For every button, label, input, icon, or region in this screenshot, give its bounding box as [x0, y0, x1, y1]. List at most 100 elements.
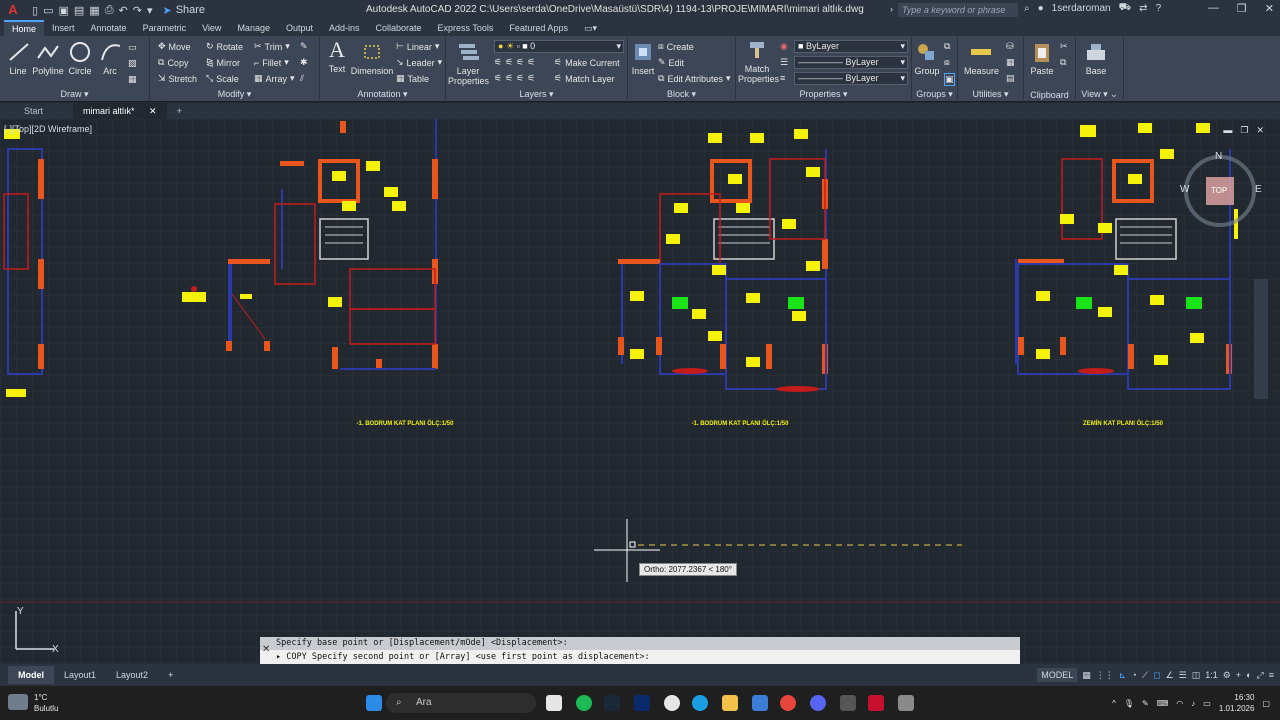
start-tab[interactable]: Start	[0, 103, 73, 119]
ribbon-tab-parametric[interactable]: Parametric	[135, 20, 195, 36]
arc-tool[interactable]: Arc	[98, 40, 122, 76]
save-as-icon[interactable]: ▤	[74, 4, 84, 17]
help-search-input[interactable]: Type a keyword or phrase	[898, 3, 1018, 17]
layer-unisolate-icon[interactable]: ⚟	[505, 73, 513, 84]
new-tab-button[interactable]: +	[167, 103, 192, 119]
chevron-up-icon[interactable]: ^	[1112, 699, 1116, 708]
chrome-icon[interactable]	[780, 695, 796, 711]
gear-icon[interactable]: ⚙	[1223, 670, 1231, 681]
boundary-tool[interactable]: ▦	[128, 74, 137, 85]
mail-icon[interactable]	[752, 695, 768, 711]
explode-tool[interactable]: ✱	[300, 57, 308, 68]
color-dropdown[interactable]: ■ ByLayer ▾	[794, 40, 908, 53]
move-tool[interactable]: ✥ Move	[158, 41, 191, 52]
drawing-canvas[interactable]: -1. BODRUM KAT PLANI ÖLÇ:1/50 -1. BODRUM…	[0, 119, 1280, 664]
customize-icon[interactable]: ≡	[1269, 670, 1274, 680]
ribbon-minimize-icon[interactable]: ▭▾	[576, 20, 605, 36]
ribbon-tab-manage[interactable]: Manage	[229, 20, 278, 36]
notification-icon[interactable]: ▢	[1262, 699, 1270, 708]
utilities-panel-title[interactable]: Utilities ▾	[958, 89, 1023, 100]
clock[interactable]: 16:30 1.01.2026	[1219, 692, 1255, 714]
steam-icon[interactable]	[604, 695, 620, 711]
model-space-button[interactable]: MODEL	[1037, 668, 1078, 682]
ribbon-tab-annotate[interactable]: Annotate	[83, 20, 135, 36]
plus-icon[interactable]: +	[1236, 670, 1241, 680]
plot-icon[interactable]: ⎙	[105, 4, 114, 17]
pen-icon[interactable]: ✎	[1142, 699, 1149, 708]
layout-tab-model[interactable]: Model	[8, 666, 54, 684]
select-all-icon[interactable]: ▦	[1006, 57, 1015, 68]
battery-icon[interactable]: ▭	[1203, 699, 1211, 708]
group-select-icon[interactable]: ▣	[944, 73, 955, 86]
app-icon[interactable]	[840, 695, 856, 711]
rotate-tool[interactable]: ↻ Rotate	[206, 41, 243, 52]
web-mobile-icon[interactable]: ▦	[89, 4, 99, 17]
ungroup-icon[interactable]: ⧉	[944, 41, 950, 52]
modify-panel-title[interactable]: Modify ▾	[150, 89, 319, 100]
layer-dropdown[interactable]: ● ☀ ▫ ■ 0 ▾	[494, 40, 624, 53]
ribbon-tab-home[interactable]: Home	[4, 20, 45, 36]
close-icon[interactable]: ✕	[1265, 2, 1274, 15]
viewcube-top-face[interactable]: TOP	[1211, 186, 1227, 195]
layer-freeze-icon[interactable]: ⚟	[516, 57, 524, 68]
cart-icon[interactable]: ⛟	[1119, 2, 1132, 15]
lineweight-dropdown[interactable]: ————— ByLayer ▾	[794, 56, 908, 69]
qat-dropdown-icon[interactable]: ▾	[147, 4, 153, 17]
polar-icon[interactable]: ◔	[1131, 670, 1136, 680]
undo-icon[interactable]: ↶	[119, 4, 128, 17]
weather-widget[interactable]: 1°C Bulutlu	[34, 692, 58, 714]
paste-tool[interactable]: Paste	[1028, 40, 1056, 76]
layout-tab-layout2[interactable]: Layout2	[106, 666, 158, 684]
cut-icon[interactable]: ✂	[1060, 41, 1068, 52]
block-panel-title[interactable]: Block ▾	[628, 89, 735, 100]
ribbon-tab-view[interactable]: View	[194, 20, 229, 36]
weather-icon[interactable]	[8, 694, 28, 710]
stretch-tool[interactable]: ⇲ Stretch	[158, 73, 197, 84]
rectangle-tool[interactable]: ▭	[128, 42, 137, 53]
volume-icon[interactable]: ♪	[1191, 699, 1195, 708]
transparency-icon[interactable]: ◫	[1192, 670, 1201, 681]
layout-tab-layout1[interactable]: Layout1	[54, 666, 106, 684]
erase-tool[interactable]: ✎	[300, 41, 308, 52]
base-tool[interactable]: Base	[1082, 40, 1110, 76]
task-view-icon[interactable]	[546, 695, 562, 711]
ribbon-tab-insert[interactable]: Insert	[44, 20, 83, 36]
trim-tool[interactable]: ✂ Trim ▾	[254, 41, 290, 52]
linetype-icon[interactable]: ≡	[780, 73, 785, 83]
copy-tool[interactable]: ⧉ Copy	[158, 57, 188, 68]
line-tool[interactable]: Line	[6, 40, 30, 76]
photoshop-icon[interactable]	[634, 695, 650, 711]
table-tool[interactable]: ▦ Table	[396, 73, 429, 84]
annotation-panel-title[interactable]: Annotation ▾	[320, 89, 445, 100]
mirror-tool[interactable]: ⧎ Mirror	[206, 57, 240, 68]
match-layer-tool[interactable]: ⚟ Match Layer	[554, 73, 615, 84]
layer-isolate-icon[interactable]: ⚟	[505, 57, 513, 68]
command-input[interactable]: ▸ COPY Specify second point or [Array] <…	[260, 650, 1020, 664]
calculator-icon[interactable]: ▤	[1006, 73, 1015, 84]
windows-start-icon[interactable]	[366, 695, 382, 711]
save-icon[interactable]: ▣	[58, 4, 68, 17]
ribbon-tab-output[interactable]: Output	[278, 20, 321, 36]
circle-tool[interactable]: Circle	[67, 40, 93, 76]
edit-block-tool[interactable]: ✎ Edit	[658, 57, 684, 68]
group-edit-icon[interactable]: ⧈	[944, 57, 950, 68]
layer-lock-icon[interactable]: ⚟	[527, 57, 535, 68]
create-block-tool[interactable]: ⧈ Create	[658, 41, 694, 52]
search-icon[interactable]: ⌕	[1024, 3, 1030, 14]
offset-tool[interactable]: ⫽	[300, 73, 304, 84]
viewport-maximize-icon[interactable]: ❐	[1240, 125, 1248, 136]
compass-north[interactable]: N	[1215, 151, 1222, 162]
user-name[interactable]: 1serdaroman	[1052, 3, 1111, 14]
help-icon[interactable]: ?	[1156, 3, 1162, 14]
taskbar-search[interactable]: ⌕ Ara	[386, 693, 536, 713]
ribbon-tab-featured-apps[interactable]: Featured Apps	[501, 20, 576, 36]
layer-on-icon[interactable]: ⚟	[494, 73, 502, 84]
autocad-logo-icon[interactable]: A	[4, 2, 22, 18]
viewport-close-icon[interactable]: ✕	[1256, 125, 1264, 136]
layer-thaw-icon[interactable]: ⚟	[516, 73, 524, 84]
group-tool[interactable]: Group	[914, 40, 940, 76]
otrack-icon[interactable]: ∠	[1166, 670, 1174, 681]
close-command-icon[interactable]: ✕	[262, 644, 270, 655]
linetype-dropdown[interactable]: ————— ByLayer ▾	[794, 72, 908, 85]
groups-panel-title[interactable]: Groups ▾	[912, 89, 957, 100]
